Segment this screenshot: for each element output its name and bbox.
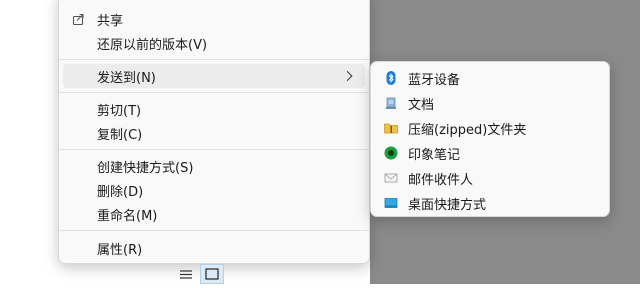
- zip-folder-icon: [383, 120, 399, 136]
- menu-separator: [59, 59, 369, 60]
- context-menu: 共享 还原以前的版本(V) 发送到(N) 剪切(T) 复制(C) 创建快捷方式(…: [58, 0, 370, 264]
- menu-item-label: 共享: [97, 13, 124, 29]
- menu-item-label: 还原以前的版本(V): [97, 37, 208, 53]
- submenu-item-zip-folder[interactable]: 压缩(zipped)文件夹: [375, 116, 605, 140]
- submenu-item-bluetooth[interactable]: 蓝牙设备: [375, 66, 605, 90]
- menu-separator: [59, 230, 369, 231]
- menu-item-delete[interactable]: 删除(D): [63, 178, 365, 202]
- submenu-item-desktop-shortcut[interactable]: 桌面快捷方式: [375, 191, 605, 215]
- menu-item-label: 复制(C): [97, 127, 143, 143]
- menu-item-create-shortcut[interactable]: 创建快捷方式(S): [63, 154, 365, 178]
- tiles-view-button[interactable]: [200, 264, 224, 284]
- chevron-right-icon: [342, 71, 353, 81]
- menu-item-label: 重命名(M): [97, 208, 158, 224]
- evernote-icon: [383, 145, 399, 161]
- menu-item-label: 发送到(N): [97, 70, 156, 86]
- menu-item-copy[interactable]: 复制(C): [63, 121, 365, 145]
- submenu-item-label: 文档: [408, 97, 435, 113]
- bluetooth-icon: [383, 70, 399, 86]
- submenu-item-evernote[interactable]: 印象笔记: [375, 141, 605, 165]
- menu-separator: [59, 92, 369, 93]
- mail-icon: [383, 170, 399, 186]
- menu-separator: [59, 149, 369, 150]
- menu-item-label: 创建快捷方式(S): [97, 160, 194, 176]
- menu-item-share[interactable]: 共享: [63, 7, 365, 31]
- details-view-button[interactable]: [176, 266, 196, 284]
- menu-item-restore-versions[interactable]: 还原以前的版本(V): [63, 31, 365, 55]
- menu-item-send-to[interactable]: 发送到(N): [63, 64, 365, 88]
- tiles-view-icon: [205, 268, 219, 280]
- documents-icon: [383, 95, 399, 111]
- submenu-item-mail-recipient[interactable]: 邮件收件人: [375, 166, 605, 190]
- menu-item-rename[interactable]: 重命名(M): [63, 202, 365, 226]
- send-to-submenu: 蓝牙设备 文档 压缩(zipped)文件夹 印象笔记 邮件收件人 桌面快捷方式: [370, 61, 610, 217]
- submenu-item-label: 印象笔记: [408, 147, 461, 163]
- submenu-item-label: 桌面快捷方式: [408, 197, 487, 213]
- submenu-item-label: 邮件收件人: [408, 172, 474, 188]
- submenu-item-label: 压缩(zipped)文件夹: [408, 122, 527, 138]
- submenu-item-documents[interactable]: 文档: [375, 91, 605, 115]
- share-icon: [71, 11, 87, 27]
- menu-item-label: 属性(R): [97, 242, 143, 258]
- menu-item-cut[interactable]: 剪切(T): [63, 97, 365, 121]
- menu-item-label: 剪切(T): [97, 103, 142, 119]
- desktop-icon: [383, 195, 399, 211]
- submenu-item-label: 蓝牙设备: [408, 72, 461, 88]
- details-view-icon: [180, 270, 192, 279]
- menu-item-properties[interactable]: 属性(R): [63, 236, 365, 260]
- menu-item-label: 删除(D): [97, 184, 144, 200]
